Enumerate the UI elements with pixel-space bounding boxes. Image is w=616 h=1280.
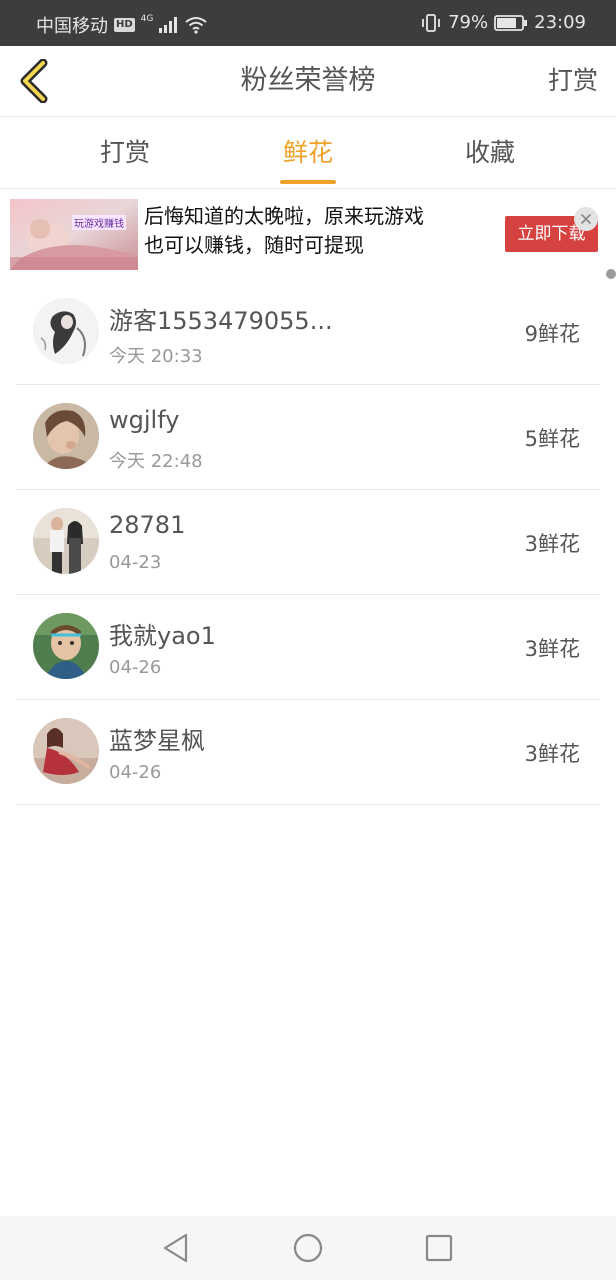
square-recents-icon — [425, 1234, 453, 1262]
wifi-icon — [185, 17, 207, 34]
ad-headline[interactable]: 后悔知道的太晚啦，原来玩游戏 也可以赚钱，随时可提现 — [144, 202, 484, 260]
fan-name: wgjlfy — [109, 406, 180, 434]
tab-flowers[interactable]: 鲜花 — [238, 117, 378, 188]
list-item[interactable]: 我就yao1 04-26 3鲜花 — [16, 595, 600, 700]
clock: 23:09 — [534, 12, 586, 33]
ad-info-icon[interactable] — [606, 269, 616, 279]
status-bar: 中国移动 HD 4G 79% 23:09 — [0, 0, 616, 46]
nav-back-button[interactable] — [158, 1230, 194, 1266]
triangle-back-icon — [163, 1233, 188, 1263]
flower-count: 3鲜花 — [524, 742, 580, 766]
nav-home-button[interactable] — [290, 1230, 326, 1266]
flower-count: 5鲜花 — [524, 427, 580, 451]
circle-home-icon — [293, 1233, 323, 1263]
fan-name: 28781 — [109, 511, 186, 539]
fan-time: 04-26 — [109, 657, 162, 678]
avatar — [33, 508, 99, 574]
nav-recents-button[interactable] — [421, 1230, 457, 1266]
fan-name: 我就yao1 — [109, 622, 216, 650]
avatar — [33, 718, 99, 784]
ad-thumb-label: 玩游戏赚钱 — [72, 215, 126, 230]
ad-thumbnail[interactable]: 玩游戏赚钱 — [10, 199, 138, 270]
list-item[interactable]: 28781 04-23 3鲜花 — [16, 490, 600, 595]
ad-banner[interactable]: 玩游戏赚钱 后悔知道的太晚啦，原来玩游戏 也可以赚钱，随时可提现 立即下载 — [0, 189, 616, 279]
fan-list: 游客1553479055... 今天 20:33 9鲜花 wgjlfy 今天 2… — [16, 280, 600, 805]
ad-text-line-1: 后悔知道的太晚啦，原来玩游戏 — [144, 204, 424, 228]
tab-bar: 打赏 鲜花 收藏 — [0, 117, 616, 189]
tab-reward[interactable]: 打赏 — [55, 117, 195, 188]
battery-icon — [494, 14, 528, 31]
list-item[interactable]: 游客1553479055... 今天 20:33 9鲜花 — [16, 280, 600, 385]
list-item[interactable]: wgjlfy 今天 22:48 5鲜花 — [16, 385, 600, 490]
fan-time: 今天 22:48 — [109, 451, 203, 472]
app-header: 粉丝荣誉榜 打赏 — [0, 46, 616, 117]
tab-label: 打赏 — [99, 138, 150, 167]
ad-text-line-2: 也可以赚钱，随时可提现 — [144, 233, 364, 257]
vibrate-icon — [422, 13, 441, 32]
tab-favorites[interactable]: 收藏 — [420, 117, 560, 188]
avatar — [33, 298, 99, 364]
flower-count: 9鲜花 — [524, 322, 580, 346]
page-title: 粉丝荣誉榜 — [240, 65, 376, 96]
carrier-label: 中国移动 — [36, 16, 108, 37]
avatar — [33, 613, 99, 679]
list-item[interactable]: 蓝梦星枫 04-26 3鲜花 — [16, 700, 600, 805]
flower-count: 3鲜花 — [524, 637, 580, 661]
fan-name: 游客1553479055... — [109, 307, 333, 335]
flower-count: 3鲜花 — [524, 532, 580, 556]
tab-label: 收藏 — [464, 138, 515, 167]
fan-time: 04-23 — [109, 552, 162, 573]
battery-percent: 79% — [448, 12, 489, 33]
fan-time: 04-26 — [109, 762, 162, 783]
signal-icon — [159, 17, 178, 33]
network-type-label: 4G — [140, 14, 154, 24]
active-tab-indicator — [280, 180, 336, 184]
status-left: 中国移动 HD 4G — [36, 12, 207, 38]
status-right: 79% 23:09 — [420, 12, 586, 33]
close-icon — [580, 213, 592, 225]
fan-time: 今天 20:33 — [109, 346, 203, 367]
fan-name: 蓝梦星枫 — [109, 727, 205, 755]
reward-button[interactable]: 打赏 — [548, 46, 598, 116]
tab-label: 鲜花 — [282, 138, 333, 167]
hd-badge: HD — [114, 18, 135, 32]
system-nav-bar — [0, 1216, 616, 1280]
ad-close-button[interactable] — [574, 207, 598, 231]
avatar — [33, 403, 99, 469]
